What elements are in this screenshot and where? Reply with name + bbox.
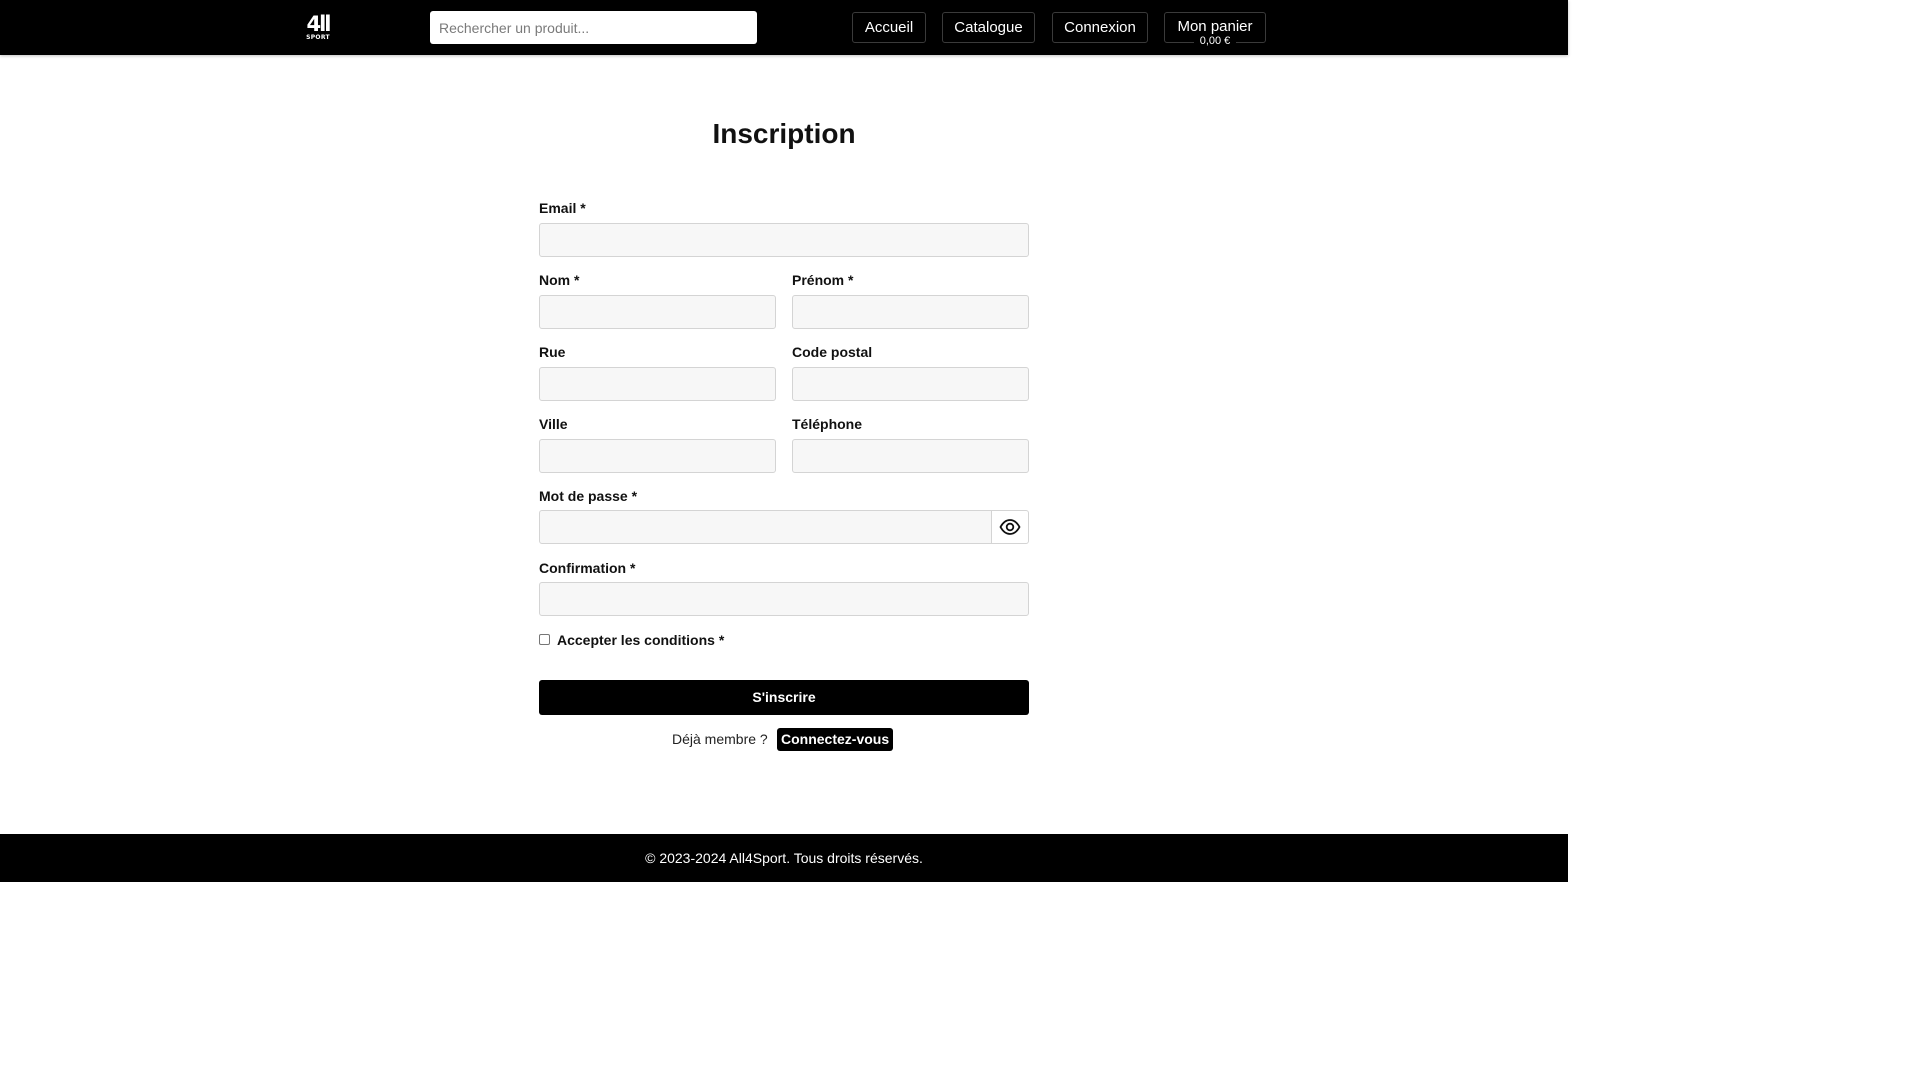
logo-subtext: SPORT [306, 34, 330, 41]
nav-home-button[interactable]: Accueil [852, 12, 926, 43]
page-title: Inscription [712, 118, 856, 149]
terms-checkbox[interactable] [539, 634, 550, 645]
ville-field[interactable] [539, 439, 776, 473]
code-postal-field[interactable] [792, 367, 1029, 401]
nom-field[interactable] [539, 295, 776, 329]
terms-label[interactable]: Accepter les conditions * [557, 632, 724, 648]
footer: © 2023-2024 All4Sport. Tous droits réser… [0, 834, 1568, 882]
prenom-label: Prénom * [792, 272, 854, 288]
telephone-label: Téléphone [792, 416, 863, 432]
ville-label: Ville [539, 416, 568, 432]
logo-mark: 4ll [306, 12, 331, 36]
prenom-field[interactable] [792, 295, 1029, 329]
email-field[interactable] [539, 223, 1029, 257]
eye-icon [999, 519, 1021, 535]
nom-label: Nom * [539, 272, 580, 288]
copyright-text: © 2023-2024 All4Sport. Tous droits réser… [645, 850, 923, 866]
email-label: Email * [539, 200, 586, 216]
rue-label: Rue [539, 344, 566, 360]
already-member-text: Déjà membre ? [672, 731, 768, 747]
brand-logo[interactable]: 4ll SPORT [303, 14, 333, 44]
search-input[interactable] [430, 11, 757, 44]
password-label: Mot de passe * [539, 488, 638, 504]
nav-catalog-button[interactable]: Catalogue [942, 12, 1035, 43]
confirmation-field[interactable] [539, 582, 1029, 616]
top-navbar: 4ll SPORT Accueil Catalogue Connexion Mo… [0, 0, 1568, 55]
toggle-password-button[interactable] [991, 510, 1029, 544]
code-postal-label: Code postal [792, 344, 873, 360]
confirmation-label: Confirmation * [539, 560, 636, 576]
register-button[interactable]: S'inscrire [539, 680, 1029, 715]
rue-field[interactable] [539, 367, 776, 401]
login-link[interactable]: Connectez-vous [777, 728, 894, 751]
password-field[interactable] [539, 510, 992, 544]
telephone-field[interactable] [792, 439, 1029, 473]
cart-amount-badge: 0,00 € [1194, 35, 1236, 48]
cart-label: Mon panier [1177, 18, 1253, 35]
nav-login-button[interactable]: Connexion [1052, 12, 1148, 43]
